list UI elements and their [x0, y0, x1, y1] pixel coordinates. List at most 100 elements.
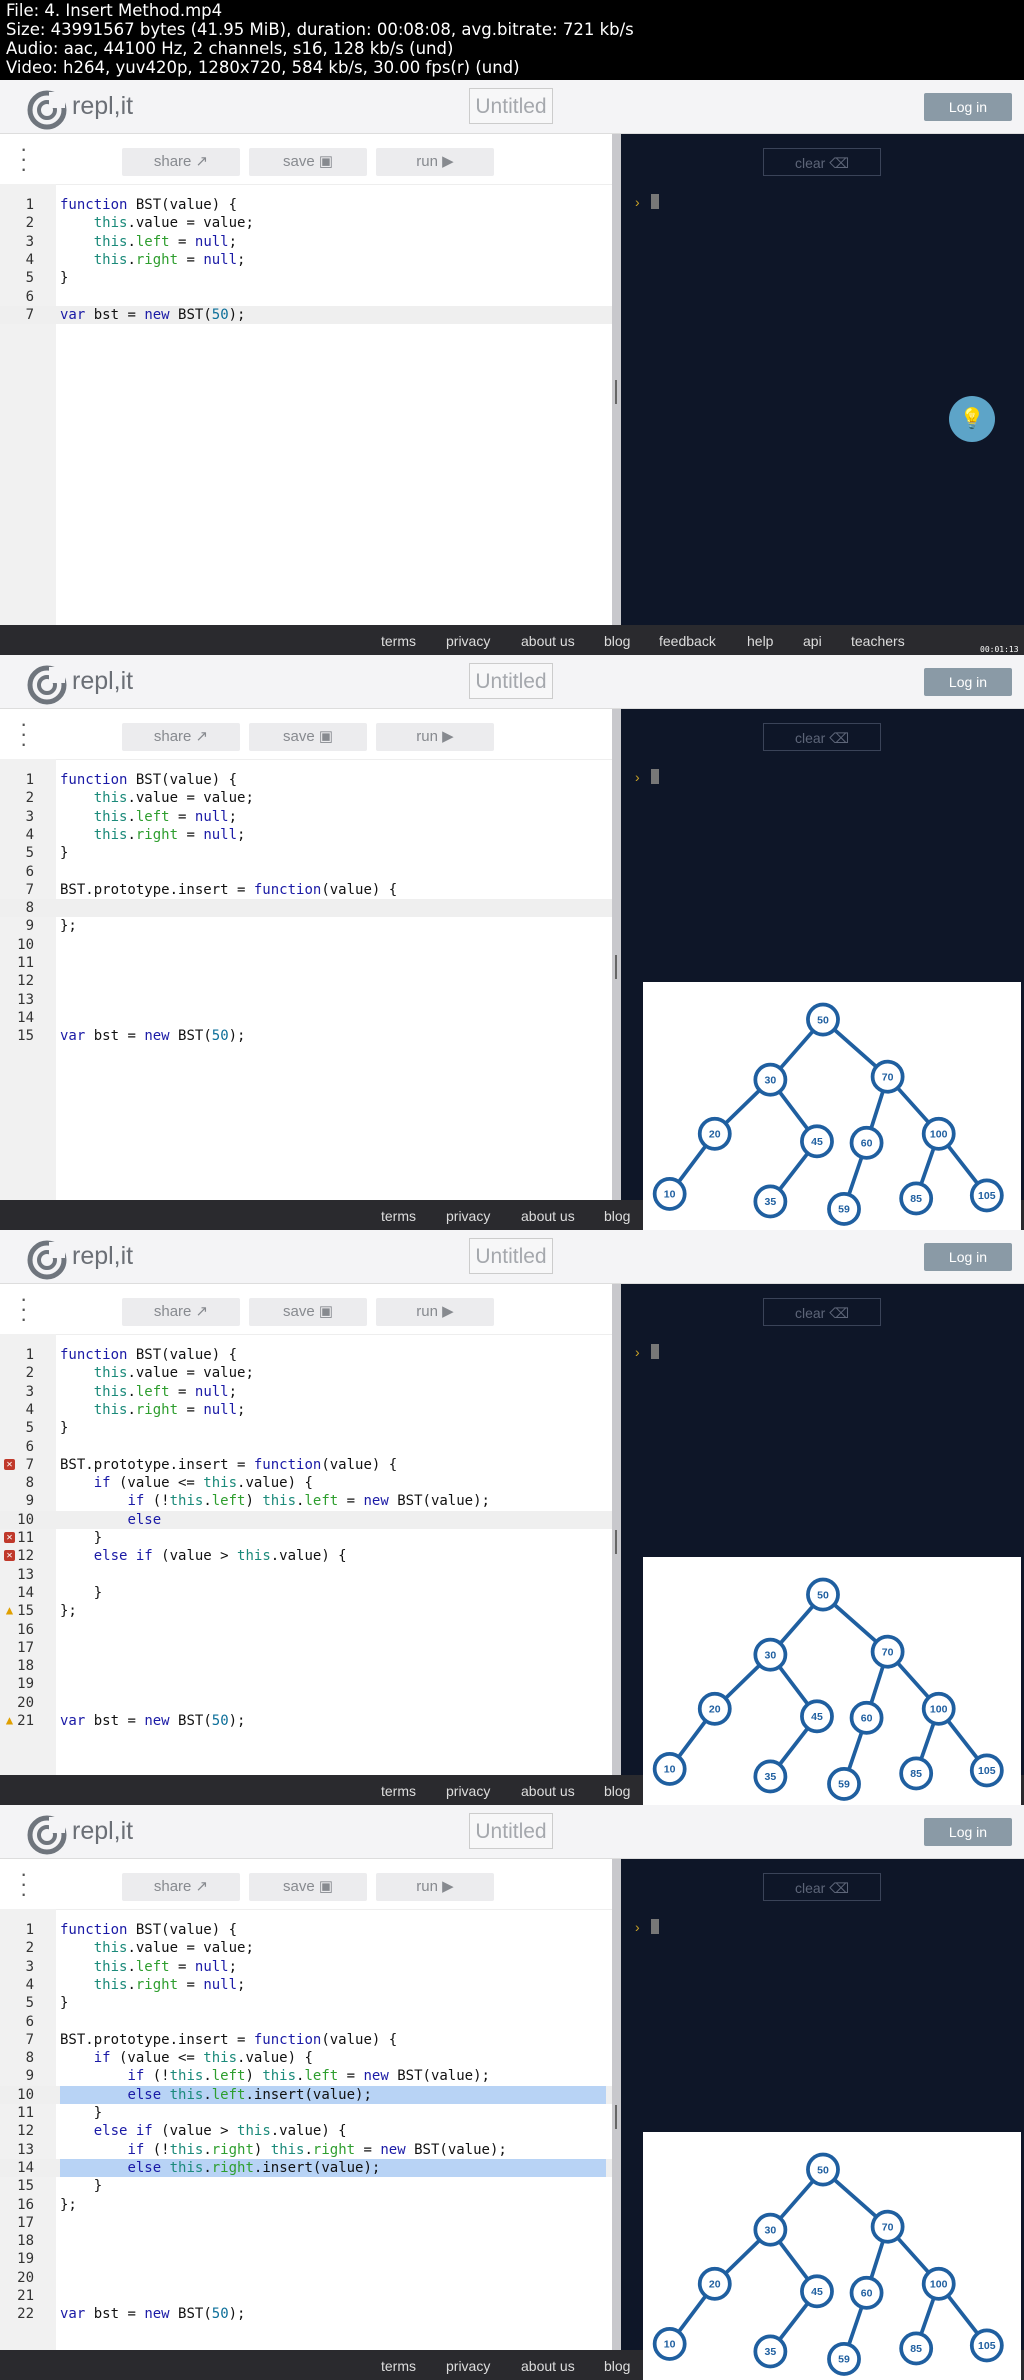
code-line[interactable]: 13: [0, 1566, 612, 1584]
code-line[interactable]: 21: [0, 2287, 612, 2305]
code-line[interactable]: 6: [0, 2013, 612, 2031]
footer-link[interactable]: help: [747, 633, 773, 649]
pane-resize-handle[interactable]: [612, 134, 621, 625]
code-line[interactable]: 7 BST.prototype.insert = function(value) …: [0, 881, 612, 899]
code-line[interactable]: 7 var bst = new BST(50);: [0, 305, 612, 325]
run-button[interactable]: run ▶: [376, 723, 494, 751]
code-line[interactable]: 3 this.left = null;: [0, 808, 612, 826]
code-line[interactable]: 17: [0, 1639, 612, 1657]
code-line[interactable]: 13 if (!this.right) this.right = new BST…: [0, 2141, 612, 2159]
menu-dots-icon[interactable]: · · ·: [20, 1288, 27, 1330]
code-line[interactable]: 8 if (value <= this.value) {: [0, 2049, 612, 2067]
code-line[interactable]: 8 if (value <= this.value) {: [0, 1474, 612, 1492]
run-button[interactable]: run ▶: [376, 148, 494, 176]
save-button[interactable]: save ▣: [249, 1298, 367, 1326]
footer-link[interactable]: api: [803, 633, 822, 649]
code-line[interactable]: 10 else: [0, 1510, 612, 1529]
share-button[interactable]: share ↗: [122, 1298, 240, 1326]
code-line[interactable]: 14: [0, 1009, 612, 1027]
clear-button[interactable]: clear ⌫: [763, 723, 881, 751]
save-button[interactable]: save ▣: [249, 148, 367, 176]
pane-resize-handle[interactable]: [612, 1859, 621, 2350]
code-line[interactable]: 9 if (!this.left) this.left = new BST(va…: [0, 2067, 612, 2085]
footer-link[interactable]: terms: [381, 633, 416, 649]
code-line[interactable]: 2 this.value = value;: [0, 1939, 612, 1957]
code-line[interactable]: 10: [0, 936, 612, 954]
code-line[interactable]: 13: [0, 991, 612, 1009]
code-editor[interactable]: · · · share ↗ save ▣ run ▶ 1 function BST(value…: [0, 709, 612, 1200]
code-editor[interactable]: · · · share ↗ save ▣ run ▶ 1 function BST(value…: [0, 1284, 612, 1775]
save-button[interactable]: save ▣: [249, 1873, 367, 1901]
footer-link[interactable]: privacy: [446, 633, 490, 649]
footer-link[interactable]: privacy: [446, 2358, 490, 2374]
login-button[interactable]: Log in: [924, 668, 1012, 696]
footer-link[interactable]: privacy: [446, 1208, 490, 1224]
code-line[interactable]: 20: [0, 1694, 612, 1712]
code-line[interactable]: 1 function BST(value) {: [0, 1346, 612, 1364]
code-line[interactable]: 5}: [0, 1994, 612, 2012]
code-line[interactable]: 2 this.value = value;: [0, 789, 612, 807]
code-line[interactable]: 18: [0, 1657, 612, 1675]
code-line[interactable]: 6: [0, 1438, 612, 1456]
code-line[interactable]: 6: [0, 288, 612, 306]
code-line[interactable]: ▲ 21 var bst = new BST(50);: [0, 1712, 612, 1730]
code-line[interactable]: 5}: [0, 1419, 612, 1437]
code-line[interactable]: 5}: [0, 844, 612, 862]
run-button[interactable]: run ▶: [376, 1298, 494, 1326]
code-line[interactable]: 12 else if (value > this.value) {: [0, 2122, 612, 2140]
pane-resize-handle[interactable]: [612, 709, 621, 1200]
code-line[interactable]: 10 else this.left.insert(value);: [0, 2085, 612, 2104]
code-line[interactable]: 9};: [0, 917, 612, 935]
code-line[interactable]: 1 function BST(value) {: [0, 196, 612, 214]
pane-resize-handle[interactable]: [612, 1284, 621, 1775]
code-line[interactable]: 1 function BST(value) {: [0, 771, 612, 789]
footer-link[interactable]: blog: [604, 633, 630, 649]
code-editor[interactable]: · · · share ↗ save ▣ run ▶ 1 function BST(value…: [0, 1859, 612, 2350]
share-button[interactable]: share ↗: [122, 723, 240, 751]
code-line[interactable]: 14 }: [0, 1584, 612, 1602]
footer-link[interactable]: teachers: [851, 633, 905, 649]
document-title[interactable]: Untitled: [469, 1813, 553, 1849]
footer-link[interactable]: terms: [381, 1783, 416, 1799]
code-line[interactable]: 18: [0, 2232, 612, 2250]
menu-dots-icon[interactable]: · · ·: [20, 1863, 27, 1905]
code-line[interactable]: ✕ 11 }: [0, 1529, 612, 1547]
code-line[interactable]: 19: [0, 2250, 612, 2268]
footer-link[interactable]: about us: [521, 2358, 575, 2374]
login-button[interactable]: Log in: [924, 93, 1012, 121]
code-line[interactable]: 8: [0, 899, 612, 918]
code-line[interactable]: 11 }: [0, 2104, 612, 2122]
code-line[interactable]: 5}: [0, 269, 612, 287]
code-line[interactable]: 3 this.left = null;: [0, 1958, 612, 1976]
code-line[interactable]: ▲ 15};: [0, 1602, 612, 1620]
save-button[interactable]: save ▣: [249, 723, 367, 751]
code-line[interactable]: 6: [0, 863, 612, 881]
footer-link[interactable]: about us: [521, 1783, 575, 1799]
code-line[interactable]: 4 this.right = null;: [0, 1976, 612, 1994]
code-line[interactable]: 11: [0, 954, 612, 972]
code-line[interactable]: 14 else this.right.insert(value);: [0, 2158, 612, 2178]
code-line[interactable]: 2 this.value = value;: [0, 214, 612, 232]
document-title[interactable]: Untitled: [469, 663, 553, 699]
document-title[interactable]: Untitled: [469, 1238, 553, 1274]
code-line[interactable]: 4 this.right = null;: [0, 826, 612, 844]
code-line[interactable]: 16: [0, 1621, 612, 1639]
console-pane[interactable]: clear ⌫ ›: [621, 134, 1024, 625]
code-line[interactable]: ✕ 12 else if (value > this.value) {: [0, 1547, 612, 1565]
footer-link[interactable]: blog: [604, 1783, 630, 1799]
code-line[interactable]: 1 function BST(value) {: [0, 1921, 612, 1939]
code-line[interactable]: 12: [0, 972, 612, 990]
code-line[interactable]: 15 var bst = new BST(50);: [0, 1027, 612, 1045]
login-button[interactable]: Log in: [924, 1243, 1012, 1271]
code-line[interactable]: 2 this.value = value;: [0, 1364, 612, 1382]
code-line[interactable]: 22 var bst = new BST(50);: [0, 2305, 612, 2323]
clear-button[interactable]: clear ⌫: [763, 1298, 881, 1326]
menu-dots-icon[interactable]: · · ·: [20, 138, 27, 180]
code-line[interactable]: 15 }: [0, 2177, 612, 2195]
code-line[interactable]: 3 this.left = null;: [0, 1383, 612, 1401]
code-line[interactable]: 4 this.right = null;: [0, 1401, 612, 1419]
footer-link[interactable]: blog: [604, 2358, 630, 2374]
footer-link[interactable]: terms: [381, 1208, 416, 1224]
footer-link[interactable]: privacy: [446, 1783, 490, 1799]
code-line[interactable]: 4 this.right = null;: [0, 251, 612, 269]
